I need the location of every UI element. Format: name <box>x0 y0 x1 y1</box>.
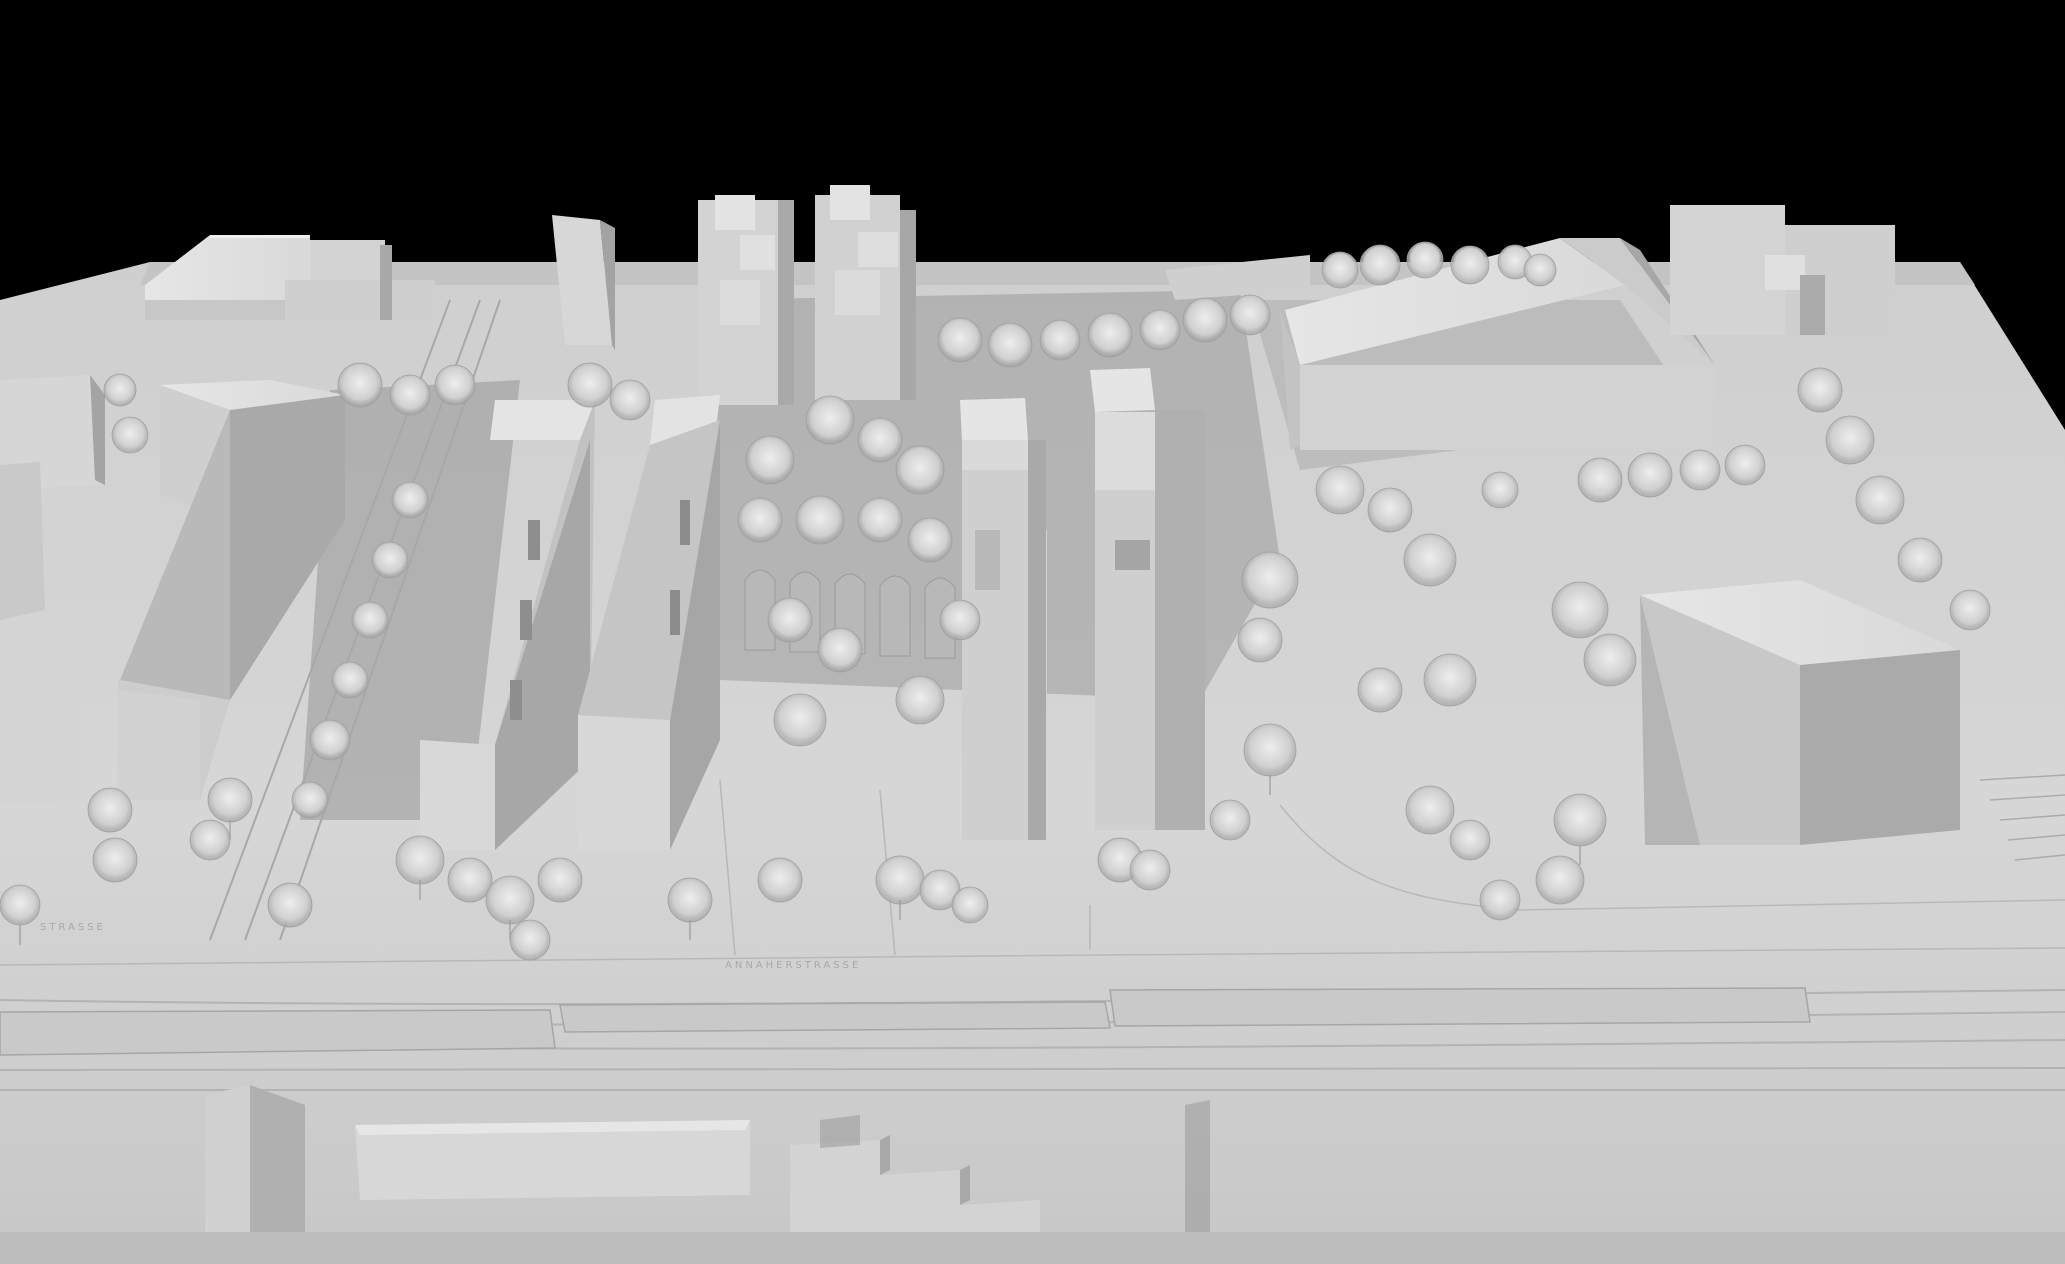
building-far-right-back <box>1670 205 1895 340</box>
model-photo: ANNAHERSTRASSE STRASSE <box>0 0 2065 1264</box>
building-front-left-small <box>205 1085 305 1240</box>
street-label-left: STRASSE <box>40 922 106 933</box>
street-label-center: ANNAHERSTRASSE <box>725 960 861 971</box>
building-front-long-low <box>355 1120 750 1200</box>
building-center-2 <box>1090 368 1205 830</box>
model-front-edge <box>0 1232 2065 1264</box>
